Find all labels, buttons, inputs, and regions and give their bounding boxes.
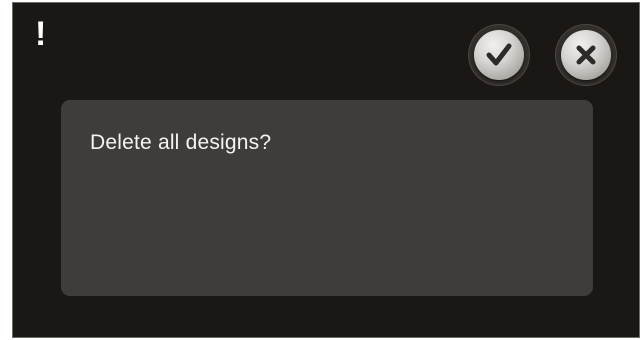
cancel-button[interactable] [555,24,617,86]
confirm-dialog: ! Delete all designs? [12,2,640,338]
confirm-button[interactable] [468,24,530,86]
checkmark-icon [486,43,512,66]
message-panel: Delete all designs? [61,100,593,296]
alert-icon: ! [35,15,47,53]
cancel-button-face[interactable] [561,30,611,80]
confirm-button-face[interactable] [474,30,524,80]
close-icon [576,45,596,65]
message-text: Delete all designs? [90,131,272,154]
